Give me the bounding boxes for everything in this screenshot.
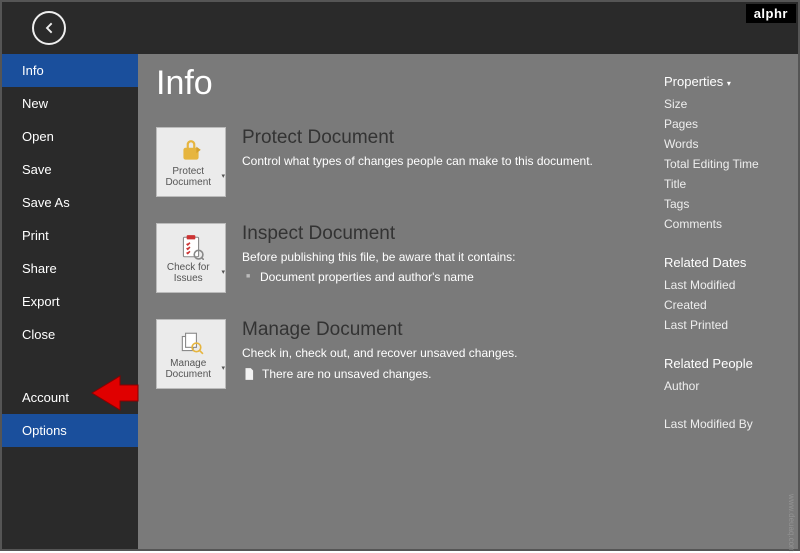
protect-title: Protect Document <box>242 127 593 149</box>
sidebar-item-export[interactable]: Export <box>2 285 138 318</box>
prop-edittime: Total Editing Time <box>664 157 784 171</box>
arrow-left-icon <box>41 20 57 36</box>
watermark: www.deuaq.com <box>787 494 796 553</box>
sidebar-item-open[interactable]: Open <box>2 120 138 153</box>
top-bar <box>2 2 798 54</box>
sidebar-item-saveas[interactable]: Save As <box>2 186 138 219</box>
manage-desc: Check in, check out, and recover unsaved… <box>242 345 518 362</box>
related-people-heading: Related People <box>664 356 784 371</box>
prop-lastmodby: Last Modified By <box>664 417 784 431</box>
prop-lastmod: Last Modified <box>664 278 784 292</box>
document-icon <box>242 367 256 381</box>
prop-comments: Comments <box>664 217 784 231</box>
related-dates-heading: Related Dates <box>664 255 784 270</box>
prop-title: Title <box>664 177 784 191</box>
sidebar-item-close[interactable]: Close <box>2 318 138 351</box>
prop-author: Author <box>664 379 784 393</box>
documents-icon <box>178 328 204 358</box>
sidebar-item-share[interactable]: Share <box>2 252 138 285</box>
manage-document-button[interactable]: Manage Document▾ <box>156 319 226 389</box>
sidebar-item-options[interactable]: Options <box>2 414 138 447</box>
lock-icon <box>178 136 204 166</box>
content-area: Info New Open Save Save As Print Share E… <box>2 54 798 549</box>
sidebar-item-info[interactable]: Info <box>2 54 138 87</box>
inspect-item: Document properties and author's name <box>242 270 516 284</box>
prop-created: Created <box>664 298 784 312</box>
sidebar-item-account[interactable]: Account <box>2 381 138 414</box>
prop-words: Words <box>664 137 784 151</box>
back-button[interactable] <box>32 11 66 45</box>
sidebar: Info New Open Save Save As Print Share E… <box>2 54 138 549</box>
sidebar-item-save[interactable]: Save <box>2 153 138 186</box>
prop-size: Size <box>664 97 784 111</box>
sidebar-item-new[interactable]: New <box>2 87 138 120</box>
protect-desc: Control what types of changes people can… <box>242 153 593 170</box>
prop-lastprinted: Last Printed <box>664 318 784 332</box>
brand-badge: alphr <box>746 4 796 23</box>
prop-pages: Pages <box>664 117 784 131</box>
manage-title: Manage Document <box>242 319 518 341</box>
check-issues-button[interactable]: Check for Issues▾ <box>156 223 226 293</box>
protect-document-button[interactable]: Protect Document▾ <box>156 127 226 197</box>
inspect-title: Inspect Document <box>242 223 516 245</box>
checklist-icon <box>178 232 204 262</box>
inspect-desc: Before publishing this file, be aware th… <box>242 249 516 266</box>
sidebar-item-print[interactable]: Print <box>2 219 138 252</box>
properties-panel: Properties ▾ Size Pages Words Total Edit… <box>664 74 784 437</box>
main-panel: Info Protect Document▾ Protect Document … <box>138 54 798 549</box>
manage-status: There are no unsaved changes. <box>262 366 431 383</box>
properties-heading[interactable]: Properties ▾ <box>664 74 784 89</box>
prop-tags: Tags <box>664 197 784 211</box>
